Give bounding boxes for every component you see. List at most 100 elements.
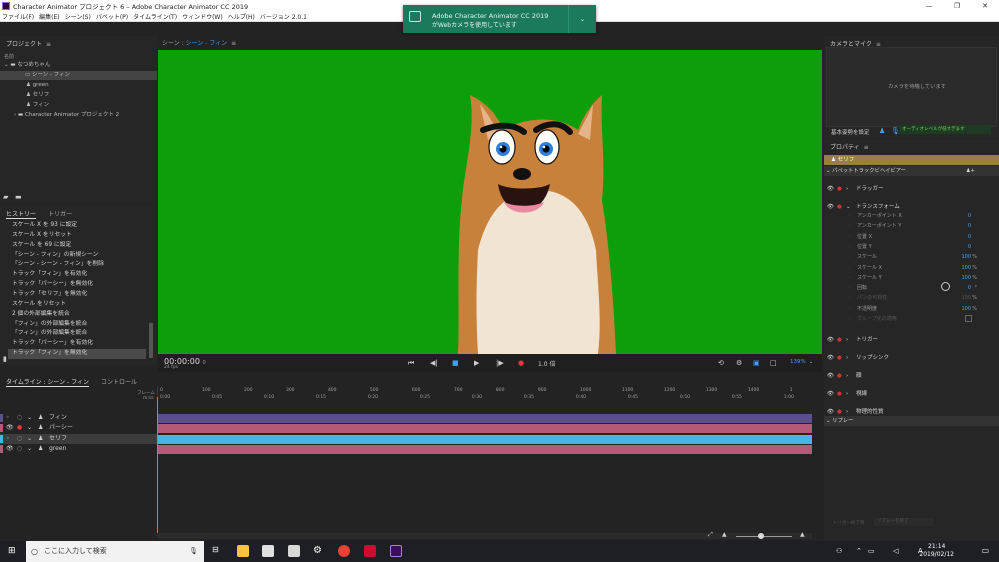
arm-icon[interactable]: ● bbox=[837, 371, 842, 381]
task-view-icon[interactable]: ⊟ bbox=[212, 545, 224, 557]
history-item[interactable]: 「フィン」の外部編集を統合 bbox=[12, 320, 150, 330]
panel-menu-icon[interactable]: ≡ bbox=[46, 41, 51, 48]
stopwatch-icon[interactable]: ◦ bbox=[848, 283, 851, 293]
settings-icon[interactable]: ⚙ bbox=[313, 545, 325, 557]
overlay-icon[interactable]: ▣ bbox=[753, 359, 760, 367]
behavior-section[interactable]: 👁 ● › 顔 bbox=[824, 371, 999, 381]
track-row[interactable]: 👁 ● ⌄ ♟ パーシー bbox=[0, 423, 157, 433]
chevron-down-icon[interactable]: ⌄ bbox=[27, 434, 32, 444]
stopwatch-icon[interactable]: ◦ bbox=[848, 304, 851, 314]
creative-cloud-icon[interactable] bbox=[364, 545, 376, 557]
maximize-button[interactable]: ❐ bbox=[943, 0, 971, 12]
menu-window[interactable]: ウィンドウ(W) bbox=[182, 12, 223, 21]
step-back-icon[interactable]: ◀| bbox=[430, 359, 438, 367]
store-icon[interactable] bbox=[262, 545, 274, 557]
eye-icon[interactable]: 👁 bbox=[827, 371, 834, 381]
project-item-serif[interactable]: ♟ セリフ bbox=[0, 91, 157, 100]
eye-icon[interactable]: ◦ bbox=[6, 413, 10, 423]
tab-trigger[interactable]: トリガー bbox=[48, 209, 72, 219]
zoom-out-icon[interactable]: ▲ bbox=[722, 531, 727, 538]
history-item[interactable]: トラック「フィン」を有効化 bbox=[12, 270, 150, 280]
taskbar-clock[interactable]: 21:14 2019/02/12 bbox=[919, 543, 954, 559]
track-row[interactable]: 👁 ○ ⌄ ♟ green bbox=[0, 444, 157, 454]
character-animator-icon[interactable] bbox=[390, 545, 402, 557]
puppet-track-behaviors[interactable]: ⌄ パペットトラックビヘイビアー ♟+ bbox=[824, 166, 999, 176]
eye-icon[interactable]: 👁 bbox=[6, 444, 14, 454]
track-bar[interactable] bbox=[157, 413, 812, 423]
eye-icon[interactable]: 👁 bbox=[827, 335, 834, 345]
history-item[interactable]: トラック「パーシー」を有効化 bbox=[12, 339, 150, 349]
arm-icon[interactable]: ● bbox=[837, 184, 842, 194]
playback-rate[interactable]: 1.0 倍 bbox=[538, 359, 555, 368]
scrollbar[interactable] bbox=[149, 323, 153, 358]
stopwatch-icon[interactable]: ◦ bbox=[848, 273, 851, 283]
stopwatch-icon[interactable]: ◦ bbox=[848, 211, 851, 221]
chevron-down-icon[interactable]: ⌄ bbox=[568, 5, 596, 33]
record-arm-icon[interactable]: ● bbox=[17, 423, 22, 433]
property-value[interactable]: 0 bbox=[968, 221, 971, 231]
menu-puppet[interactable]: パペット(P) bbox=[96, 12, 128, 21]
volume-icon[interactable]: ◁ bbox=[893, 547, 898, 555]
rotation-dial[interactable] bbox=[941, 282, 950, 291]
behavior-section[interactable]: 👁 ● › 視線 bbox=[824, 389, 999, 399]
history-item[interactable]: トラック「フィン」を無効化 bbox=[8, 349, 146, 359]
eye-icon[interactable]: ◦ bbox=[6, 434, 10, 444]
transform-property[interactable]: ◦ スケール X 100% bbox=[824, 263, 999, 273]
dog-puppet[interactable] bbox=[158, 50, 822, 354]
property-value[interactable]: 100 bbox=[961, 273, 971, 283]
property-value[interactable]: 100 bbox=[961, 304, 971, 314]
scene-stage[interactable] bbox=[158, 50, 822, 354]
timeline-zoom-slider[interactable] bbox=[736, 536, 792, 537]
track-row[interactable]: ◦ ○ ⌄ ♟ セリフ bbox=[0, 433, 157, 445]
chevron-right-icon[interactable]: › bbox=[846, 184, 848, 194]
menu-scene[interactable]: シーン(S) bbox=[65, 12, 91, 21]
playhead[interactable] bbox=[157, 397, 158, 537]
set-rest-pose-button[interactable]: 基本姿勢を設定 bbox=[831, 128, 870, 136]
chevron-up-icon[interactable]: ⌃ bbox=[856, 547, 862, 555]
panel-menu-icon[interactable]: ≡ bbox=[231, 40, 236, 47]
history-item[interactable]: トラック「セリフ」を無効化 bbox=[12, 290, 150, 300]
history-item[interactable]: スケール を 69 に設定 bbox=[12, 241, 150, 251]
stopwatch-icon[interactable]: ◦ bbox=[848, 293, 851, 303]
property-value[interactable]: 0 bbox=[968, 211, 971, 221]
step-forward-icon[interactable]: |▶ bbox=[496, 359, 504, 367]
behavior-section[interactable]: 👁 ● › リップシンク bbox=[824, 353, 999, 363]
project-item-green[interactable]: ♟ green bbox=[0, 81, 157, 90]
property-value[interactable]: 100 bbox=[961, 263, 971, 273]
project-item-fin[interactable]: ♟ フィン bbox=[0, 101, 157, 110]
track-bar[interactable] bbox=[157, 424, 812, 434]
replays-section[interactable]: ⌄ リプレー bbox=[824, 416, 999, 426]
tab-timeline[interactable]: タイムライン : シーン - フィン bbox=[6, 377, 89, 387]
record-arm-icon[interactable]: ○ bbox=[17, 444, 22, 454]
transform-property[interactable]: ◦ 回転 0 ° bbox=[824, 283, 999, 293]
history-item[interactable]: スケール をリセット bbox=[12, 300, 150, 310]
history-item[interactable]: トラック「パーシー」を無効化 bbox=[12, 280, 150, 290]
network-icon[interactable]: ▭ bbox=[868, 547, 875, 555]
webcam-notification[interactable]: Adobe Character Animator CC 2019 がWebカメラ… bbox=[403, 5, 596, 33]
timeline-scrollbar[interactable] bbox=[157, 533, 812, 539]
transform-property[interactable]: ◦ アンカーポイント X0 bbox=[824, 211, 999, 221]
transform-property[interactable]: ◦ 位置 Y0 bbox=[824, 242, 999, 252]
arm-icon[interactable]: ● bbox=[837, 389, 842, 399]
file-explorer-icon[interactable] bbox=[237, 545, 249, 557]
notifications-icon[interactable]: ▭ bbox=[981, 546, 989, 555]
play-icon[interactable]: ▶ bbox=[474, 359, 479, 367]
transform-property[interactable]: ◦ アンカーポイント Y0 bbox=[824, 221, 999, 231]
mail-icon[interactable] bbox=[288, 545, 300, 557]
transform-property[interactable]: ◦ グループ化の適用 bbox=[824, 314, 999, 324]
record-arm-icon[interactable]: ○ bbox=[17, 434, 22, 444]
arm-icon[interactable]: ● bbox=[837, 335, 842, 345]
behavior-section[interactable]: 👁 ● › ドラッガー bbox=[824, 184, 999, 194]
project-item-scene[interactable]: ▭ シーン - フィン bbox=[0, 71, 157, 80]
property-value[interactable]: 100 bbox=[961, 293, 971, 303]
chevron-right-icon[interactable]: › bbox=[846, 371, 848, 381]
transform-property[interactable]: ◦ スケール 100% bbox=[824, 252, 999, 262]
property-value[interactable]: 0 bbox=[968, 242, 971, 252]
eye-icon[interactable]: 👁 bbox=[827, 389, 834, 399]
stopwatch-icon[interactable]: ◦ bbox=[848, 252, 851, 262]
transform-property[interactable]: ◦ 不透明度 100% bbox=[824, 304, 999, 314]
stopwatch-icon[interactable]: ◦ bbox=[848, 232, 851, 242]
chevron-right-icon[interactable]: › bbox=[846, 389, 848, 399]
chevron-down-icon[interactable]: ⌄ bbox=[27, 444, 32, 454]
property-value[interactable]: 0 bbox=[968, 232, 971, 242]
